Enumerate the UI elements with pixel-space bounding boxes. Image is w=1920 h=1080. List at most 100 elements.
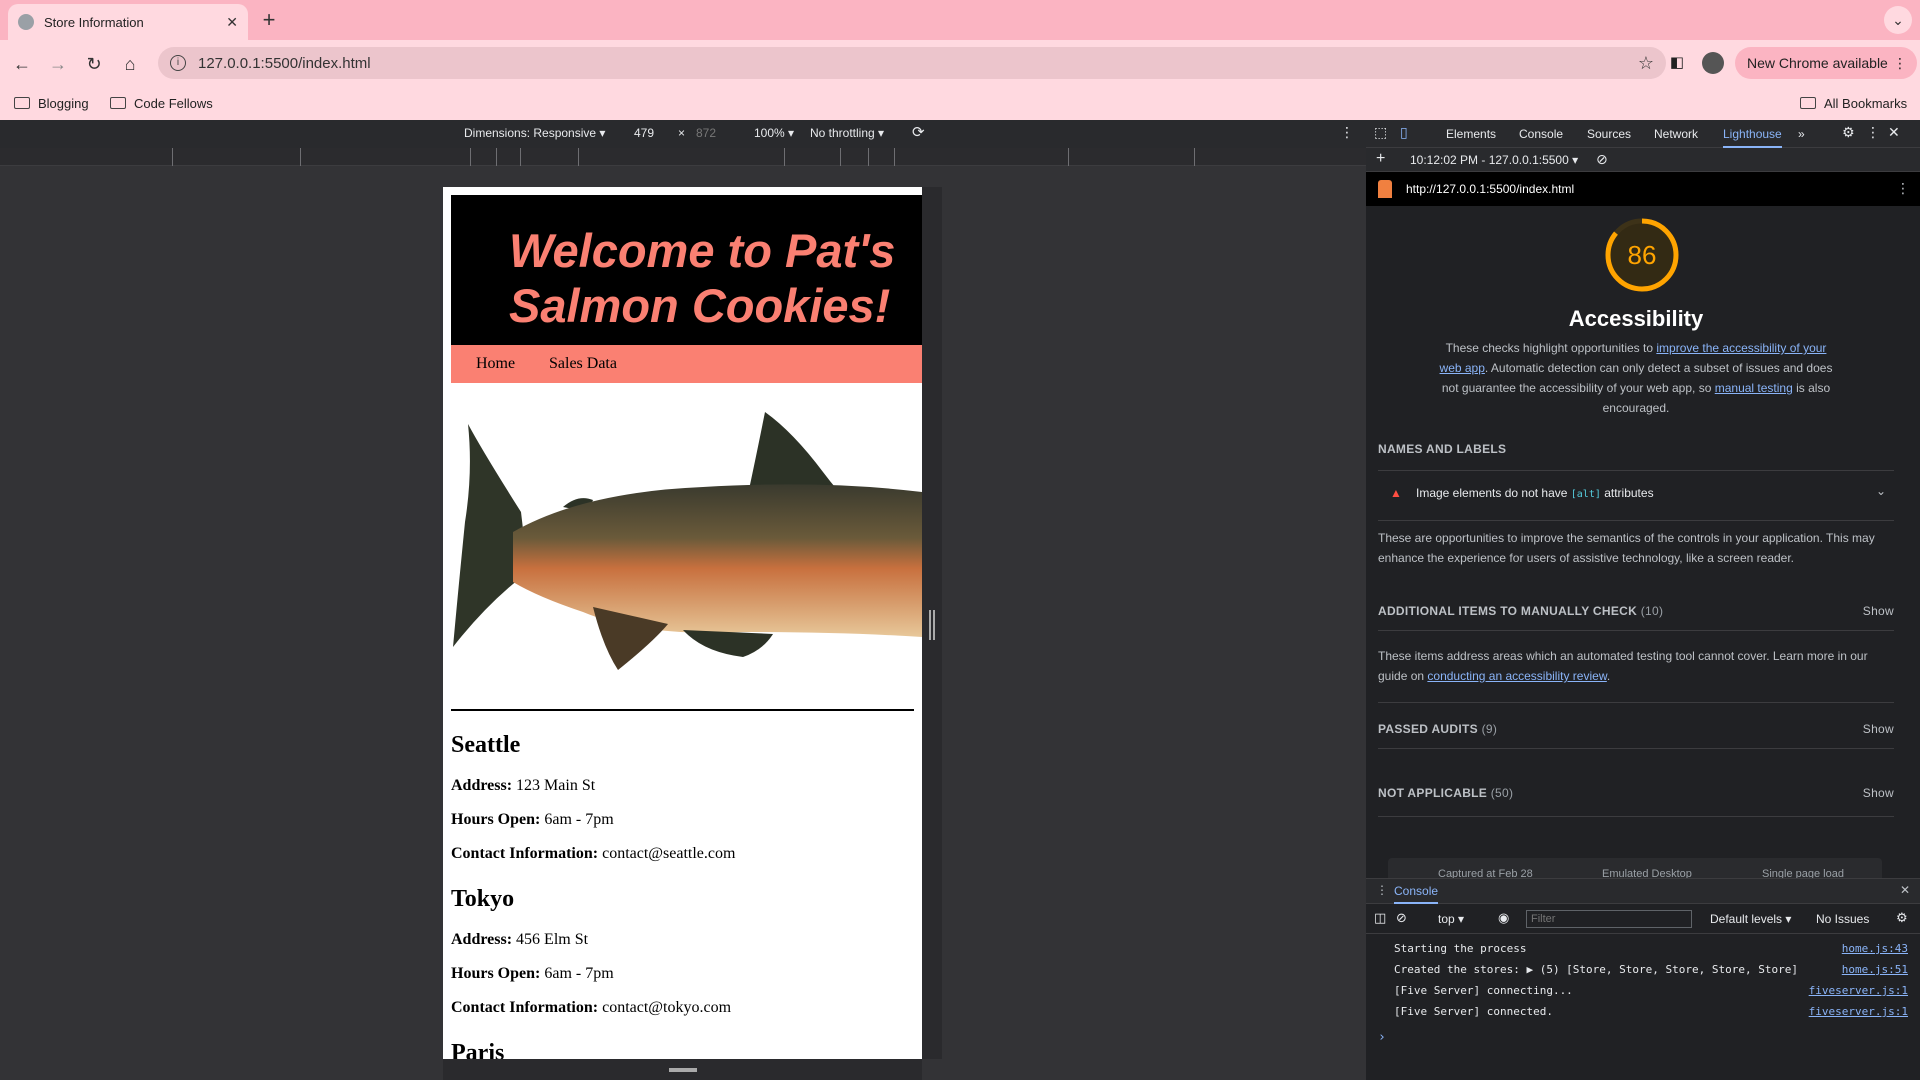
- more-vert-icon[interactable]: ⋮: [1340, 124, 1354, 141]
- close-tab-icon[interactable]: ✕: [226, 14, 238, 31]
- tab-elements[interactable]: Elements: [1446, 127, 1496, 141]
- height-input[interactable]: 872: [696, 126, 716, 140]
- score-value: 86: [1628, 240, 1657, 270]
- console-filter-input[interactable]: [1526, 910, 1692, 928]
- site-header: Welcome to Pat's Salmon Cookies!: [451, 195, 922, 345]
- tab-sources[interactable]: Sources: [1587, 127, 1631, 141]
- site-info-icon[interactable]: i: [170, 55, 186, 71]
- manual-check-heading[interactable]: ADDITIONAL ITEMS TO MANUALLY CHECK (10) S…: [1378, 604, 1894, 618]
- captured-at: Captured at Feb 28: [1438, 868, 1533, 878]
- more-vert-icon[interactable]: ⋮: [1376, 883, 1388, 897]
- log-message[interactable]: Created the stores: ▶ (5) [Store, Store,…: [1394, 963, 1798, 976]
- sidebar-toggle-icon[interactable]: ◫: [1374, 910, 1386, 926]
- lighthouse-report: 86 Accessibility These checks highlight …: [1366, 206, 1906, 878]
- console-prompt[interactable]: ›: [1378, 1030, 1386, 1045]
- manual-testing-link[interactable]: manual testing: [1715, 381, 1793, 395]
- log-entry: Created the stores: ▶ (5) [Store, Store,…: [1394, 963, 1908, 983]
- new-tab-button[interactable]: +: [256, 8, 282, 34]
- zoom-select[interactable]: 100% ▾: [754, 126, 794, 140]
- all-bookmarks-button[interactable]: All Bookmarks: [1800, 93, 1907, 113]
- tab-network[interactable]: Network: [1654, 127, 1698, 141]
- show-passed-button[interactable]: Show: [1863, 722, 1894, 736]
- nav-sales-data-link[interactable]: Sales Data: [549, 355, 617, 373]
- inspect-element-icon[interactable]: ⬚: [1374, 124, 1387, 141]
- more-vert-icon[interactable]: ⋮: [1896, 180, 1910, 197]
- console-log: Starting the process home.js:43 Created t…: [1366, 934, 1920, 1080]
- lighthouse-report-bar: + 10:12:02 PM - 127.0.0.1:5500 ▾ ⊘: [1366, 148, 1920, 172]
- manual-check-description: These items address areas which an autom…: [1378, 646, 1894, 686]
- names-labels-description: These are opportunities to improve the s…: [1378, 531, 1875, 565]
- device-toggle-icon[interactable]: ▯: [1400, 124, 1408, 141]
- log-source-link[interactable]: home.js:51: [1842, 963, 1908, 976]
- bookmark-folder-code-fellows[interactable]: Code Fellows: [110, 93, 213, 113]
- log-entry: [Five Server] connecting... fiveserver.js…: [1394, 984, 1908, 1004]
- back-button[interactable]: ←: [8, 50, 36, 78]
- profile-avatar[interactable]: [1702, 52, 1724, 74]
- reload-button[interactable]: ↻: [80, 50, 108, 78]
- clear-report-icon[interactable]: ⊘: [1596, 151, 1608, 168]
- passed-audits-heading[interactable]: PASSED AUDITS (9) Show: [1378, 722, 1894, 736]
- close-devtools-icon[interactable]: ✕: [1888, 124, 1900, 141]
- report-select[interactable]: 10:12:02 PM - 127.0.0.1:5500 ▾: [1410, 153, 1578, 167]
- log-source-link[interactable]: fiveserver.js:1: [1809, 984, 1908, 997]
- log-source-link[interactable]: fiveserver.js:1: [1809, 1005, 1908, 1018]
- eye-icon[interactable]: ◉: [1498, 910, 1509, 926]
- home-button[interactable]: ⌂: [116, 50, 144, 78]
- divider: [451, 709, 914, 711]
- new-chrome-available-button[interactable]: New Chrome available ⋮: [1735, 47, 1917, 79]
- close-drawer-icon[interactable]: ✕: [1900, 883, 1910, 897]
- console-drawer-tab[interactable]: Console: [1394, 884, 1439, 904]
- new-report-icon[interactable]: +: [1376, 150, 1385, 168]
- tab-search-button[interactable]: ⌄: [1884, 6, 1912, 34]
- rotate-icon[interactable]: ⟳: [912, 123, 925, 141]
- bookmark-star-icon[interactable]: ☆: [1638, 53, 1654, 74]
- site-nav: Home Sales Data: [451, 345, 922, 383]
- store-address: Address: 456 Elm St: [451, 931, 588, 949]
- emulated-page[interactable]: Welcome to Pat's Salmon Cookies! Home Sa…: [443, 187, 922, 1059]
- chevron-down-icon[interactable]: ⌄: [1876, 484, 1886, 498]
- clear-console-icon[interactable]: ⊘: [1396, 910, 1407, 926]
- tab-console[interactable]: Console: [1519, 127, 1563, 141]
- store-hours: Hours Open: 6am - 7pm: [451, 811, 614, 829]
- site-title: Welcome to Pat's Salmon Cookies!: [509, 224, 896, 332]
- console-settings-icon[interactable]: ⚙: [1896, 910, 1908, 926]
- levels-label: Default levels: [1710, 912, 1783, 926]
- contact-label: Contact Information:: [451, 845, 599, 862]
- media-query-ruler[interactable]: [0, 148, 1366, 166]
- not-applicable-heading[interactable]: NOT APPLICABLE (50) Show: [1378, 786, 1894, 800]
- height-resize-bar: [443, 1059, 922, 1080]
- audit-image-alt[interactable]: ▲ Image elements do not have [alt] attri…: [1378, 484, 1894, 510]
- width-resize-handle[interactable]: [929, 610, 935, 640]
- forward-button[interactable]: →: [44, 50, 72, 78]
- report-url: http://127.0.0.1:5500/index.html: [1406, 182, 1575, 196]
- settings-gear-icon[interactable]: ⚙: [1842, 124, 1855, 141]
- show-not-applicable-button[interactable]: Show: [1863, 786, 1894, 800]
- bookmark-label: Blogging: [38, 95, 89, 111]
- tab-store-information[interactable]: Store Information ✕: [8, 4, 248, 40]
- accessibility-review-link[interactable]: conducting an accessibility review: [1427, 669, 1606, 683]
- section-label: ADDITIONAL ITEMS TO MANUALLY CHECK: [1378, 604, 1638, 618]
- address-bar[interactable]: i 127.0.0.1:5500/index.html ☆: [158, 47, 1666, 79]
- issues-button[interactable]: No Issues: [1816, 912, 1869, 926]
- nav-home-link[interactable]: Home: [476, 355, 515, 373]
- log-levels-select[interactable]: Default levels ▾: [1710, 912, 1791, 926]
- bookmark-folder-blogging[interactable]: Blogging: [14, 93, 89, 113]
- store-address: Address: 123 Main St: [451, 777, 595, 795]
- height-resize-handle[interactable]: [669, 1068, 697, 1072]
- log-entry: Starting the process home.js:43: [1394, 942, 1908, 962]
- throttling-select[interactable]: No throttling ▾: [810, 126, 884, 140]
- more-vert-icon[interactable]: ⋮: [1866, 124, 1880, 141]
- url-text[interactable]: 127.0.0.1:5500/index.html: [198, 55, 1638, 72]
- show-manual-button[interactable]: Show: [1863, 604, 1894, 618]
- dimensions-select[interactable]: Dimensions: Responsive ▾: [464, 126, 605, 140]
- bookmark-label: Code Fellows: [134, 95, 213, 111]
- report-scrollbar[interactable]: [1906, 206, 1920, 878]
- side-panel-icon[interactable]: ◧: [1666, 52, 1688, 74]
- width-input[interactable]: 479: [634, 126, 654, 140]
- log-source-link[interactable]: home.js:43: [1842, 942, 1908, 955]
- context-select[interactable]: top ▾: [1438, 912, 1464, 926]
- more-tabs-icon[interactable]: »: [1798, 127, 1805, 141]
- folder-icon: [1800, 97, 1816, 109]
- globe-icon: [18, 14, 34, 30]
- tab-lighthouse[interactable]: Lighthouse: [1723, 127, 1782, 148]
